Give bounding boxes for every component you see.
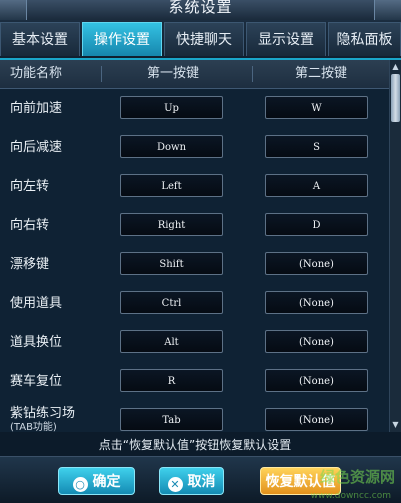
window-title: 系统设置: [168, 0, 233, 16]
secondary-key-field[interactable]: A: [265, 174, 368, 197]
scroll-thumb[interactable]: [391, 74, 400, 122]
close-corner-button[interactable]: [374, 0, 401, 20]
tab-basic-settings[interactable]: 基本设置: [0, 22, 80, 56]
primary-key-field[interactable]: R: [120, 369, 223, 392]
table-row: 向后减速 Down S: [0, 128, 390, 167]
primary-key-field[interactable]: Left: [120, 174, 223, 197]
tab-quick-chat[interactable]: 快捷聊天: [164, 22, 244, 56]
table-row: 紫钻练习场 (TAB功能) Tab (None): [0, 401, 390, 432]
table-row: 向右转 Right D: [0, 206, 390, 245]
title-bar: 系统设置: [0, 0, 401, 21]
function-name: 紫钻练习场 (TAB功能): [10, 406, 76, 433]
scroll-down-icon[interactable]: ▼: [390, 420, 401, 430]
header-divider: [252, 66, 253, 82]
cancel-button-label: 取消: [187, 474, 216, 490]
function-name-sub: (TAB功能): [10, 422, 57, 432]
table-row: 向前加速 Up W: [0, 89, 390, 128]
header-secondary-key: 第二按键: [295, 66, 348, 81]
table-row: 道具换位 Alt (None): [0, 323, 390, 362]
header-function-name: 功能名称: [10, 66, 63, 81]
reset-hint-text: 点击“恢复默认值”按钮恢复默认设置: [98, 438, 292, 452]
primary-key-field[interactable]: Tab: [120, 408, 223, 431]
vertical-scrollbar[interactable]: ▲ ▼: [389, 60, 401, 432]
secondary-key-field[interactable]: W: [265, 96, 368, 119]
watermark: 绿色资源网: [319, 468, 395, 486]
function-name: 向右转: [10, 218, 50, 233]
tab-control-settings[interactable]: 操作设置: [82, 22, 162, 56]
key-binding-list: 向前加速 Up W 向后减速 Down S 向左转 Left A 向右转 Rig…: [0, 89, 390, 432]
header-primary-key: 第一按键: [147, 66, 200, 81]
primary-key-field[interactable]: Up: [120, 96, 223, 119]
secondary-key-field[interactable]: (None): [265, 369, 368, 392]
table-row: 使用道具 Ctrl (None): [0, 284, 390, 323]
primary-key-field[interactable]: Alt: [120, 330, 223, 353]
function-name: 向左转: [10, 179, 50, 194]
function-name: 使用道具: [10, 296, 63, 311]
primary-key-field[interactable]: Right: [120, 213, 223, 236]
table-row: 漂移键 Shift (None): [0, 245, 390, 284]
function-name: 向前加速: [10, 101, 63, 116]
secondary-key-field[interactable]: D: [265, 213, 368, 236]
scroll-up-icon[interactable]: ▲: [390, 62, 401, 72]
ok-button-label: 确定: [92, 474, 121, 490]
table-header: 功能名称 第一按键 第二按键: [0, 60, 390, 89]
function-name: 赛车复位: [10, 374, 63, 389]
secondary-key-field[interactable]: (None): [265, 330, 368, 353]
close-icon: ✕: [167, 477, 183, 492]
secondary-key-field[interactable]: (None): [265, 291, 368, 314]
circle-icon: ○: [72, 477, 88, 492]
function-name: 道具换位: [10, 335, 63, 350]
function-name: 向后减速: [10, 140, 63, 155]
tab-display-settings[interactable]: 显示设置: [246, 22, 326, 56]
footer-bar: ○ 确定 ✕ 取消 恢复默认值 绿色资源网 www.downcc.com: [0, 456, 401, 503]
primary-key-field[interactable]: Ctrl: [120, 291, 223, 314]
tab-bar: 基本设置 操作设置 快捷聊天 显示设置 隐私面板: [0, 20, 401, 60]
ok-button[interactable]: ○ 确定: [58, 467, 135, 495]
secondary-key-field[interactable]: S: [265, 135, 368, 158]
cancel-button[interactable]: ✕ 取消: [159, 467, 224, 495]
secondary-key-field[interactable]: (None): [265, 252, 368, 275]
tab-privacy-panel[interactable]: 隐私面板: [328, 22, 401, 56]
table-row: 向左转 Left A: [0, 167, 390, 206]
function-name: 漂移键: [10, 257, 50, 272]
primary-key-field[interactable]: Shift: [120, 252, 223, 275]
table-row: 赛车复位 R (None): [0, 362, 390, 401]
watermark-url: www.downcc.com: [310, 491, 391, 501]
secondary-key-field[interactable]: (None): [265, 408, 368, 431]
primary-key-field[interactable]: Down: [120, 135, 223, 158]
function-name-main: 紫钻练习场: [10, 406, 76, 421]
header-divider: [101, 66, 102, 82]
